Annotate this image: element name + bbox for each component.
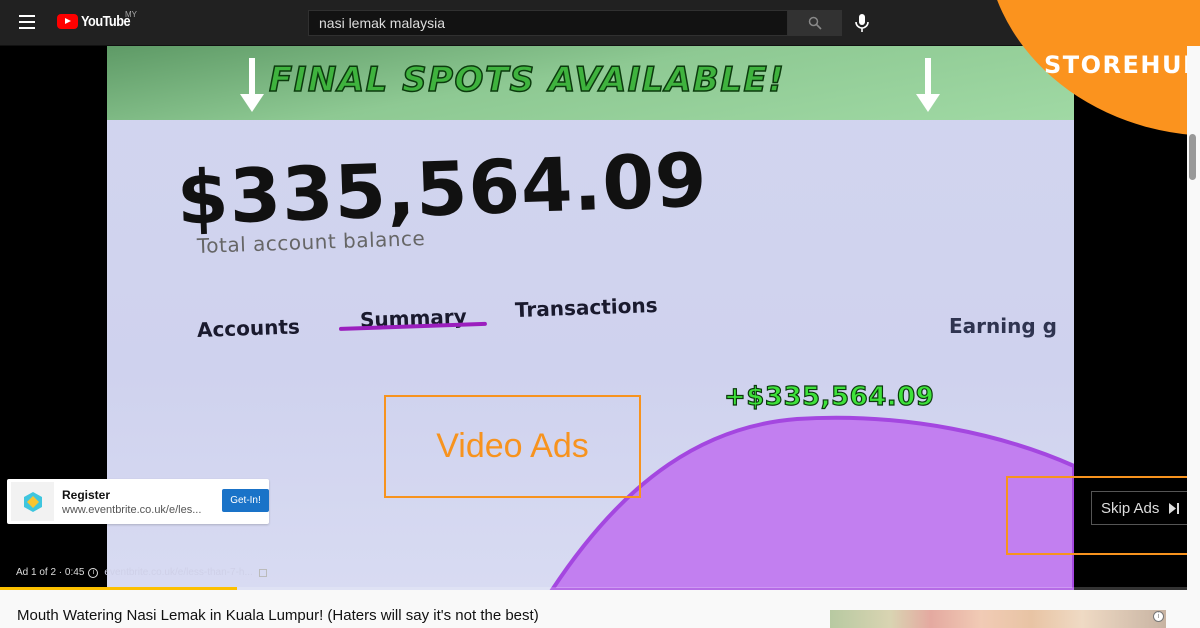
storehub-logo-text: STOREHUB <box>1044 51 1200 79</box>
ad-cta-card[interactable]: Register www.eventbrite.co.uk/e/les... G… <box>7 479 269 524</box>
search-input[interactable]: nasi lemak malaysia <box>308 10 788 36</box>
ad-info-bar: Ad 1 of 2 · 0:45 i eventbrite.co.uk/e/le… <box>16 567 267 578</box>
external-link-icon <box>258 568 267 577</box>
sidebar-ad-thumbnail[interactable] <box>830 610 1166 628</box>
microphone-icon <box>855 14 869 32</box>
youtube-play-icon <box>57 14 78 29</box>
logo-text: YouTube <box>81 13 131 30</box>
skip-ads-button[interactable]: Skip Ads <box>1091 491 1187 525</box>
youtube-logo[interactable]: YouTube MY <box>57 10 139 30</box>
logo-region: MY <box>125 10 137 19</box>
gain-amount: +$335,564.09 <box>723 381 935 412</box>
search-icon <box>808 16 822 30</box>
get-in-button[interactable]: Get-In! <box>222 489 269 512</box>
menu-icon[interactable] <box>19 15 35 29</box>
scrollbar-thumb[interactable] <box>1189 134 1196 180</box>
voice-search-button[interactable] <box>852 13 872 33</box>
skip-next-icon <box>1168 502 1180 514</box>
ad-progress-fill <box>0 587 238 590</box>
cta-title: Register <box>62 488 111 502</box>
tab-accounts: Accounts <box>196 314 301 342</box>
ad-position: Ad 1 of 2 · 0:45 <box>16 567 85 578</box>
video-ads-annotation: Video Ads <box>384 395 641 498</box>
info-icon[interactable]: i <box>1153 611 1164 622</box>
earning-label: Earning g <box>949 314 1057 338</box>
tab-transactions: Transactions <box>514 293 658 322</box>
video-title: Mouth Watering Nasi Lemak in Kuala Lumpu… <box>17 607 539 624</box>
cta-url: www.eventbrite.co.uk/e/les... <box>62 504 202 516</box>
ad-url-link[interactable]: eventbrite.co.uk/e/less-than-7-h... <box>104 567 252 578</box>
skip-ads-label: Skip Ads <box>1101 499 1160 517</box>
ad-progress-bar[interactable] <box>0 587 1187 590</box>
youtube-page: YouTube MY nasi lemak malaysia FINAL SPO… <box>0 0 1200 628</box>
search-button[interactable] <box>788 10 842 36</box>
info-icon[interactable]: i <box>88 567 99 578</box>
page-scrollbar[interactable] <box>1187 46 1200 628</box>
video-player[interactable]: FINAL SPOTS AVAILABLE! $335,564.09 Total… <box>0 46 1193 590</box>
advertiser-logo <box>11 482 54 521</box>
